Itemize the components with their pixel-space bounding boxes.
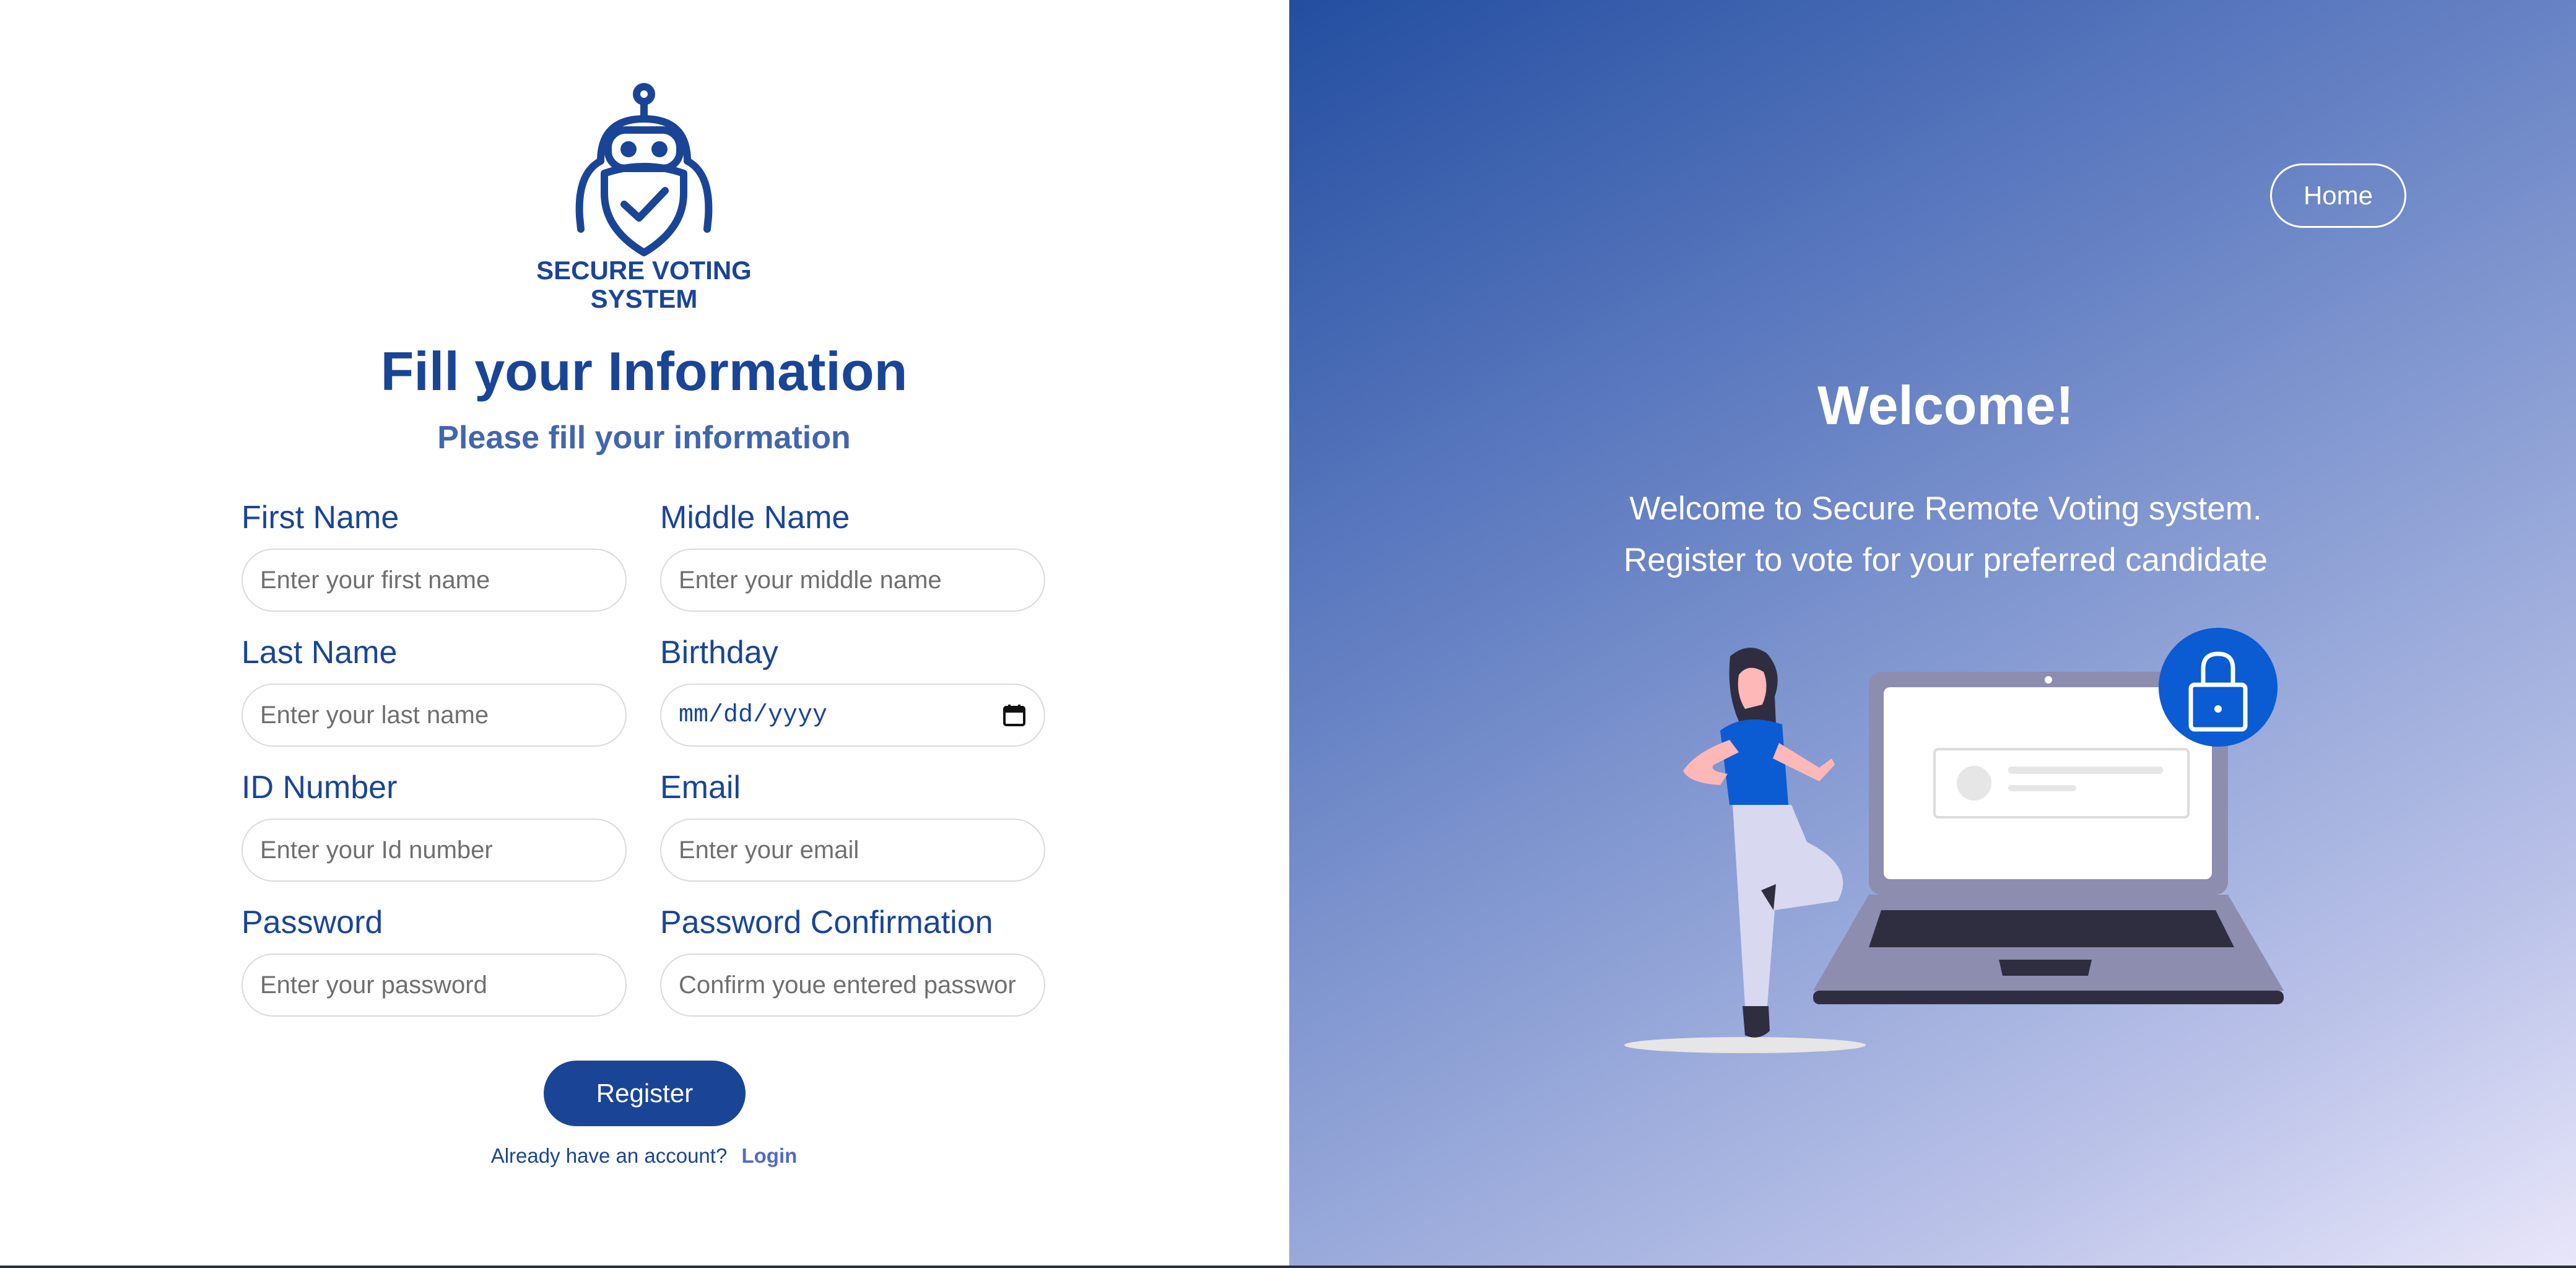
password-confirmation-label: Password Confirmation	[660, 905, 993, 940]
password-label: Password	[242, 905, 383, 940]
first-name-input[interactable]	[242, 549, 627, 612]
login-link[interactable]: Login	[741, 1144, 797, 1167]
registration-panel: SECURE VOTING SYSTEM Fill your Informati…	[0, 0, 1289, 1268]
last-name-input[interactable]	[242, 684, 627, 747]
welcome-title: Welcome!	[1817, 375, 2074, 436]
brand-name-line1: SECURE VOTING	[536, 256, 752, 285]
brand-name: SECURE VOTING SYSTEM	[483, 256, 805, 313]
password-input[interactable]	[242, 953, 627, 1017]
birthday-input[interactable]: mm/dd/yyyy	[660, 684, 1045, 747]
welcome-text-line2: Register to vote for your preferred cand…	[1624, 542, 2268, 578]
email-input[interactable]	[660, 819, 1045, 882]
last-name-label: Last Name	[242, 635, 398, 671]
id-number-label: ID Number	[242, 770, 398, 806]
welcome-panel: Home Welcome! Welcome to Secure Remote V…	[1289, 0, 2576, 1266]
middle-name-input[interactable]	[660, 549, 1045, 612]
birthday-label: Birthday	[660, 635, 778, 671]
secure-voting-illustration	[1624, 628, 2284, 1053]
middle-name-label: Middle Name	[660, 500, 850, 536]
password-confirmation-input[interactable]	[660, 953, 1045, 1017]
welcome-text-line1: Welcome to Secure Remote Voting system.	[1629, 490, 2262, 527]
bottom-border	[0, 1266, 2576, 1268]
calendar-icon[interactable]	[1002, 703, 1027, 727]
robot-shield-logo-icon	[575, 83, 713, 256]
first-name-label: First Name	[242, 500, 399, 536]
home-button[interactable]: Home	[2270, 163, 2406, 228]
page-title: Fill your Information	[380, 341, 908, 402]
brand-name-line2: SYSTEM	[590, 284, 698, 313]
register-button[interactable]: Register	[544, 1061, 746, 1126]
lock-icon	[2159, 628, 2278, 747]
login-prompt-row: Already have an account? Login	[372, 1144, 916, 1168]
page-subtitle: Please fill your information	[437, 420, 851, 456]
email-label: Email	[660, 770, 741, 806]
login-prompt-text: Already have an account?	[490, 1144, 728, 1167]
birthday-placeholder: mm/dd/yyyy	[679, 701, 828, 729]
id-number-input[interactable]	[242, 819, 627, 882]
